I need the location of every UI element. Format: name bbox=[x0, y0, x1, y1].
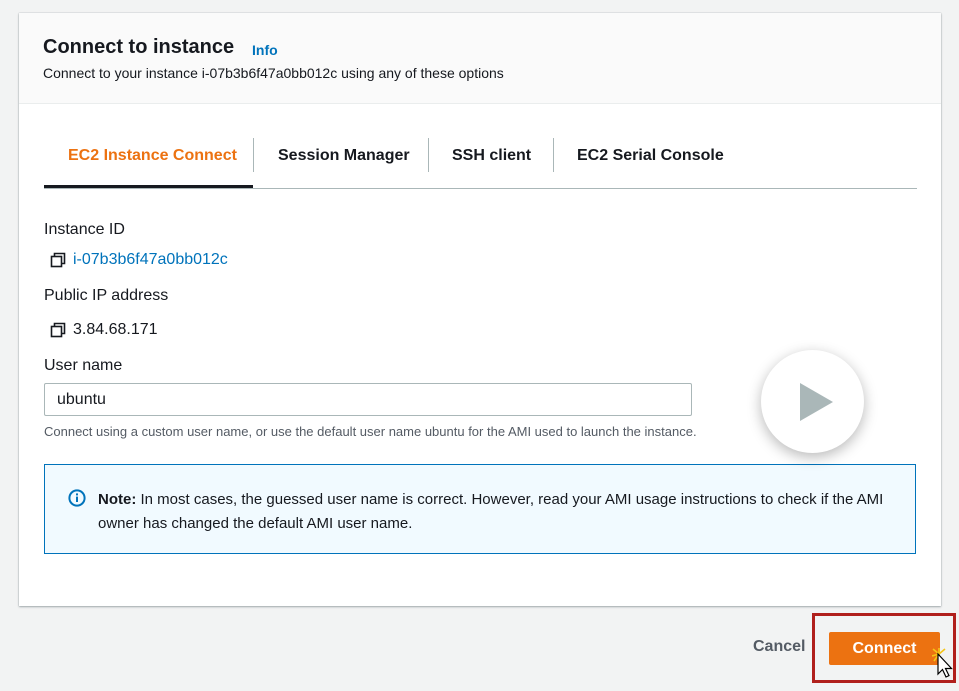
copy-icon[interactable] bbox=[50, 252, 66, 268]
tab-divider bbox=[253, 138, 254, 172]
connect-dialog: Connect to instance Info Connect to your… bbox=[19, 13, 941, 606]
play-icon bbox=[800, 383, 833, 421]
tab-divider bbox=[553, 138, 554, 172]
tab-bar: EC2 Instance Connect Session Manager SSH… bbox=[44, 136, 917, 189]
public-ip-row: 3.84.68.171 bbox=[50, 321, 158, 339]
tab-session-manager[interactable]: Session Manager bbox=[278, 136, 410, 188]
note-body: In most cases, the guessed user name is … bbox=[98, 491, 884, 532]
info-note: Note: In most cases, the guessed user na… bbox=[44, 464, 916, 554]
mouse-pointer-icon bbox=[932, 648, 953, 678]
tab-divider bbox=[428, 138, 429, 172]
instance-id-row: i-07b3b6f47a0bb012c bbox=[50, 251, 228, 269]
cancel-button[interactable]: Cancel bbox=[753, 638, 805, 656]
info-link[interactable]: Info bbox=[252, 42, 278, 58]
username-label: User name bbox=[44, 357, 123, 374]
dialog-header: Connect to instance Info Connect to your… bbox=[19, 13, 941, 104]
tab-ec2-instance-connect[interactable]: EC2 Instance Connect bbox=[68, 136, 237, 188]
note-text: Note: In most cases, the guessed user na… bbox=[98, 488, 898, 536]
page-subtitle: Connect to your instance i-07b3b6f47a0bb… bbox=[43, 65, 504, 81]
username-hint: Connect using a custom user name, or use… bbox=[44, 424, 697, 439]
copy-icon[interactable] bbox=[50, 322, 66, 338]
instance-id-link[interactable]: i-07b3b6f47a0bb012c bbox=[73, 251, 228, 269]
instance-id-label: Instance ID bbox=[44, 221, 125, 238]
connect-button[interactable]: Connect bbox=[829, 632, 940, 665]
public-ip-label: Public IP address bbox=[44, 287, 169, 304]
video-play-button[interactable] bbox=[761, 350, 864, 453]
username-input[interactable]: ubuntu bbox=[44, 383, 692, 416]
info-icon bbox=[68, 489, 86, 507]
tab-ec2-serial-console[interactable]: EC2 Serial Console bbox=[577, 136, 724, 188]
note-bold-label: Note: bbox=[98, 491, 137, 508]
public-ip-value: 3.84.68.171 bbox=[73, 321, 158, 338]
page-title: Connect to instance bbox=[43, 36, 235, 58]
active-tab-underline bbox=[44, 185, 253, 188]
tab-ssh-client[interactable]: SSH client bbox=[452, 136, 531, 188]
